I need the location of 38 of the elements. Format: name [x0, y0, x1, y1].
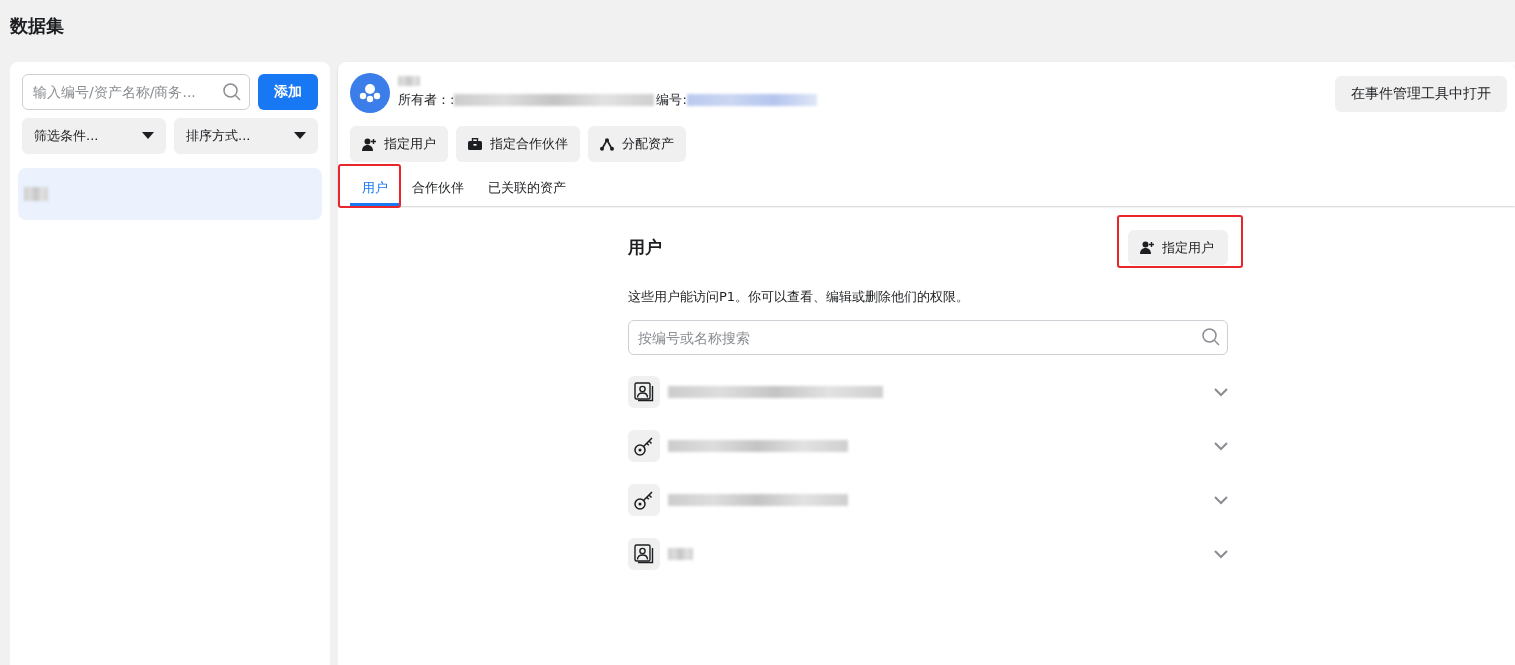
- tab[interactable]: 用户: [350, 172, 400, 206]
- add-person-icon: [362, 137, 376, 151]
- person-card-icon: [633, 381, 655, 403]
- search-field[interactable]: 按编号或名称搜索: [628, 320, 1228, 355]
- chevron-icon[interactable]: [1214, 387, 1228, 397]
- briefcase-icon: [468, 138, 482, 150]
- blurred-text: [668, 547, 693, 560]
- blurred-text: [24, 187, 48, 201]
- search-icon: [222, 82, 242, 102]
- dataset-avatar-icon: [350, 73, 390, 113]
- owner-label: 所有者：:: [398, 91, 455, 109]
- action-button[interactable]: 分配资产: [588, 126, 686, 162]
- chevron-icon[interactable]: [1214, 441, 1228, 451]
- tab[interactable]: 已关联的资产: [476, 172, 578, 206]
- assign-user-button[interactable]: 指定用户: [1128, 230, 1228, 265]
- key-icon: [633, 435, 655, 457]
- section-title: 用户: [628, 236, 662, 259]
- blurred-text: [398, 76, 420, 86]
- action-button[interactable]: 指定合作伙伴: [456, 126, 580, 162]
- page-title: 数据集: [10, 14, 64, 38]
- caret-icon: [142, 132, 154, 140]
- chevron-icon[interactable]: [1214, 495, 1228, 505]
- caret-icon: [294, 132, 306, 140]
- open-in-events-manager-button[interactable]: 在事件管理工具中打开: [1335, 76, 1507, 112]
- dropdown[interactable]: 筛选条件...: [22, 118, 166, 154]
- network-icon: [600, 137, 614, 151]
- search-field[interactable]: 输入编号/资产名称/商务...: [22, 74, 250, 110]
- id-label: 编号:: [656, 91, 687, 109]
- key-icon: [633, 489, 655, 511]
- action-button[interactable]: 指定用户: [350, 126, 448, 162]
- search-icon: [1201, 327, 1221, 347]
- tab[interactable]: 合作伙伴: [400, 172, 476, 206]
- dropdown[interactable]: 排序方式...: [174, 118, 318, 154]
- description: 这些用户能访问P1。你可以查看、编辑或删除他们的权限。: [628, 288, 971, 306]
- chevron-icon[interactable]: [1214, 549, 1228, 559]
- add-person-icon: [1140, 241, 1154, 254]
- person-card-icon: [633, 543, 655, 565]
- add-button[interactable]: 添加: [258, 74, 318, 110]
